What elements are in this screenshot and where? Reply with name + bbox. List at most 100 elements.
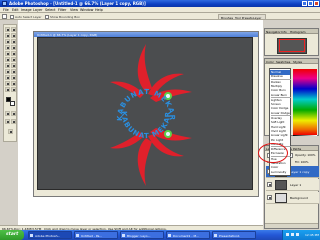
layer-name: Layer 1 bbox=[290, 183, 302, 187]
color-spectrum[interactable] bbox=[293, 69, 317, 135]
menu-help[interactable]: Help bbox=[95, 8, 103, 12]
crop-tool-icon[interactable] bbox=[5, 39, 10, 44]
tab-navigator[interactable]: Navigator bbox=[266, 30, 281, 34]
tab-color[interactable]: Color bbox=[266, 60, 274, 64]
slice-tool-icon[interactable] bbox=[11, 39, 16, 44]
magic-wand-icon[interactable] bbox=[11, 33, 16, 38]
task-photoshop[interactable]: Adobe Photosh... bbox=[28, 231, 72, 239]
show-bounding-label: Show Bounding Box bbox=[50, 14, 80, 19]
navigator-panel: Navigator Info Histogram bbox=[264, 28, 319, 56]
photoshop-icon bbox=[30, 233, 33, 237]
blend-option[interactable]: Luminosity bbox=[270, 170, 290, 175]
menu-view[interactable]: View bbox=[70, 8, 78, 12]
eye-icon[interactable] bbox=[267, 182, 272, 187]
quick-mask-off-icon[interactable] bbox=[5, 111, 10, 116]
well-brushes[interactable]: Brushes bbox=[221, 16, 233, 20]
task-paint[interactable]: Untitled - Pa... bbox=[74, 231, 118, 239]
grey-ramp[interactable] bbox=[293, 135, 317, 136]
show-bounding-checkbox[interactable] bbox=[45, 14, 49, 19]
auto-select-label: Auto Select Layer bbox=[15, 14, 42, 19]
path-selection-icon[interactable] bbox=[5, 69, 10, 74]
screen-mode-icon[interactable] bbox=[5, 119, 10, 124]
menu-edit[interactable]: Edit bbox=[12, 8, 19, 12]
maximize-icon[interactable] bbox=[308, 1, 313, 6]
eraser-tool-icon[interactable] bbox=[5, 57, 10, 62]
fill-field[interactable]: Fill: 100% bbox=[295, 160, 309, 164]
brush-tool-icon[interactable] bbox=[11, 45, 16, 50]
notes-tool-icon[interactable] bbox=[5, 81, 10, 86]
window-title: Adobe Photoshop - [Untitled-1 @ 66.7% (L… bbox=[9, 1, 146, 6]
menu-image[interactable]: Image bbox=[21, 8, 32, 12]
hand-tool-icon[interactable] bbox=[5, 87, 10, 92]
logo-artwork: KABUNAT MEKAR KABUNAT MEKAR bbox=[110, 44, 192, 186]
move-tool-icon[interactable] bbox=[2, 14, 7, 19]
type-tool-icon[interactable] bbox=[11, 69, 16, 74]
task-label: Untitled - Pa... bbox=[81, 233, 103, 238]
auto-select-checkbox[interactable] bbox=[10, 14, 14, 19]
layer-name: Background bbox=[290, 196, 308, 200]
annotation-circle bbox=[258, 143, 288, 163]
menu-filter[interactable]: Filter bbox=[58, 8, 66, 12]
layer-thumbnail bbox=[275, 193, 287, 203]
document-title: Untitled-1 @ 66.7% (Layer 1 copy, RGB) bbox=[37, 32, 98, 37]
browser-icon bbox=[122, 233, 125, 237]
menu-window[interactable]: Window bbox=[80, 8, 93, 12]
tab-paths[interactable]: Paths bbox=[293, 147, 301, 151]
title-bar: Adobe Photoshop - [Untitled-1 @ 66.7% (L… bbox=[0, 0, 320, 7]
task-label: Document1 - M... bbox=[173, 233, 199, 238]
pen-tool-icon[interactable] bbox=[5, 75, 10, 80]
full-screen-icon[interactable] bbox=[11, 119, 16, 124]
palette-well: Brushes Tool Presets Layer Comps bbox=[218, 13, 266, 24]
clock: 12:45 PM bbox=[305, 233, 319, 237]
paint-icon bbox=[76, 233, 79, 237]
move-tool-icon[interactable] bbox=[11, 27, 16, 32]
layer-row[interactable]: Background bbox=[266, 192, 319, 204]
opacity-field[interactable]: Opacity: 100% bbox=[295, 153, 315, 157]
canvas[interactable]: KABUNAT MEKAR KABUNAT MEKAR bbox=[37, 37, 253, 190]
volume-icon[interactable] bbox=[291, 233, 294, 236]
palette-dock: Navigator Info Histogram Color Swatches … bbox=[263, 20, 320, 230]
task-word[interactable]: Document1 - M... bbox=[166, 231, 210, 239]
quick-mask-on-icon[interactable] bbox=[11, 111, 16, 116]
marquee-tool-icon[interactable] bbox=[5, 27, 10, 32]
background-color-swatch[interactable] bbox=[10, 101, 15, 106]
powerpoint-icon bbox=[214, 233, 217, 237]
layer-row[interactable]: Layer 1 bbox=[266, 179, 319, 191]
color-tabs: Color Swatches Styles bbox=[265, 59, 318, 64]
minimize-icon[interactable] bbox=[302, 1, 307, 6]
navigator-tabs: Navigator Info Histogram bbox=[265, 29, 318, 34]
healing-brush-icon[interactable] bbox=[5, 45, 10, 50]
menu-file[interactable]: File bbox=[3, 8, 9, 12]
eye-icon[interactable] bbox=[267, 195, 272, 200]
shape-tool-icon[interactable] bbox=[11, 75, 16, 80]
lasso-tool-icon[interactable] bbox=[5, 33, 10, 38]
gradient-tool-icon[interactable] bbox=[11, 57, 16, 62]
security-icon[interactable] bbox=[296, 233, 299, 236]
eyedropper-icon[interactable] bbox=[11, 81, 16, 86]
well-tool-presets[interactable]: Tool Presets bbox=[235, 16, 253, 20]
word-icon bbox=[168, 233, 171, 237]
tab-info[interactable]: Info bbox=[281, 30, 287, 34]
task-blogger[interactable]: Blogger: Layo... bbox=[120, 231, 164, 239]
dodge-tool-icon[interactable] bbox=[11, 63, 16, 68]
clone-stamp-icon[interactable] bbox=[5, 51, 10, 56]
task-powerpoint[interactable]: Presentation1 bbox=[212, 231, 256, 239]
history-brush-icon[interactable] bbox=[11, 51, 16, 56]
task-label: Blogger: Layo... bbox=[127, 233, 151, 238]
network-icon[interactable] bbox=[286, 233, 289, 236]
menu-select[interactable]: Select bbox=[45, 8, 55, 12]
tab-styles[interactable]: Styles bbox=[293, 60, 302, 64]
close-icon[interactable] bbox=[314, 1, 319, 6]
tab-swatches[interactable]: Swatches bbox=[276, 60, 290, 64]
start-button[interactable]: start bbox=[0, 230, 24, 240]
menu-layer[interactable]: Layer bbox=[33, 8, 42, 12]
layer-name: Layer 1 copy bbox=[290, 170, 310, 174]
layers-footer bbox=[265, 223, 318, 228]
jump-to-imageready-icon[interactable] bbox=[8, 129, 13, 134]
tab-histogram[interactable]: Histogram bbox=[290, 30, 306, 34]
navigator-view-box[interactable] bbox=[279, 39, 305, 52]
taskbar: start Adobe Photosh... Untitled - Pa... … bbox=[0, 230, 320, 240]
zoom-tool-icon[interactable] bbox=[11, 87, 16, 92]
toolbox bbox=[3, 24, 17, 142]
blur-tool-icon[interactable] bbox=[5, 63, 10, 68]
